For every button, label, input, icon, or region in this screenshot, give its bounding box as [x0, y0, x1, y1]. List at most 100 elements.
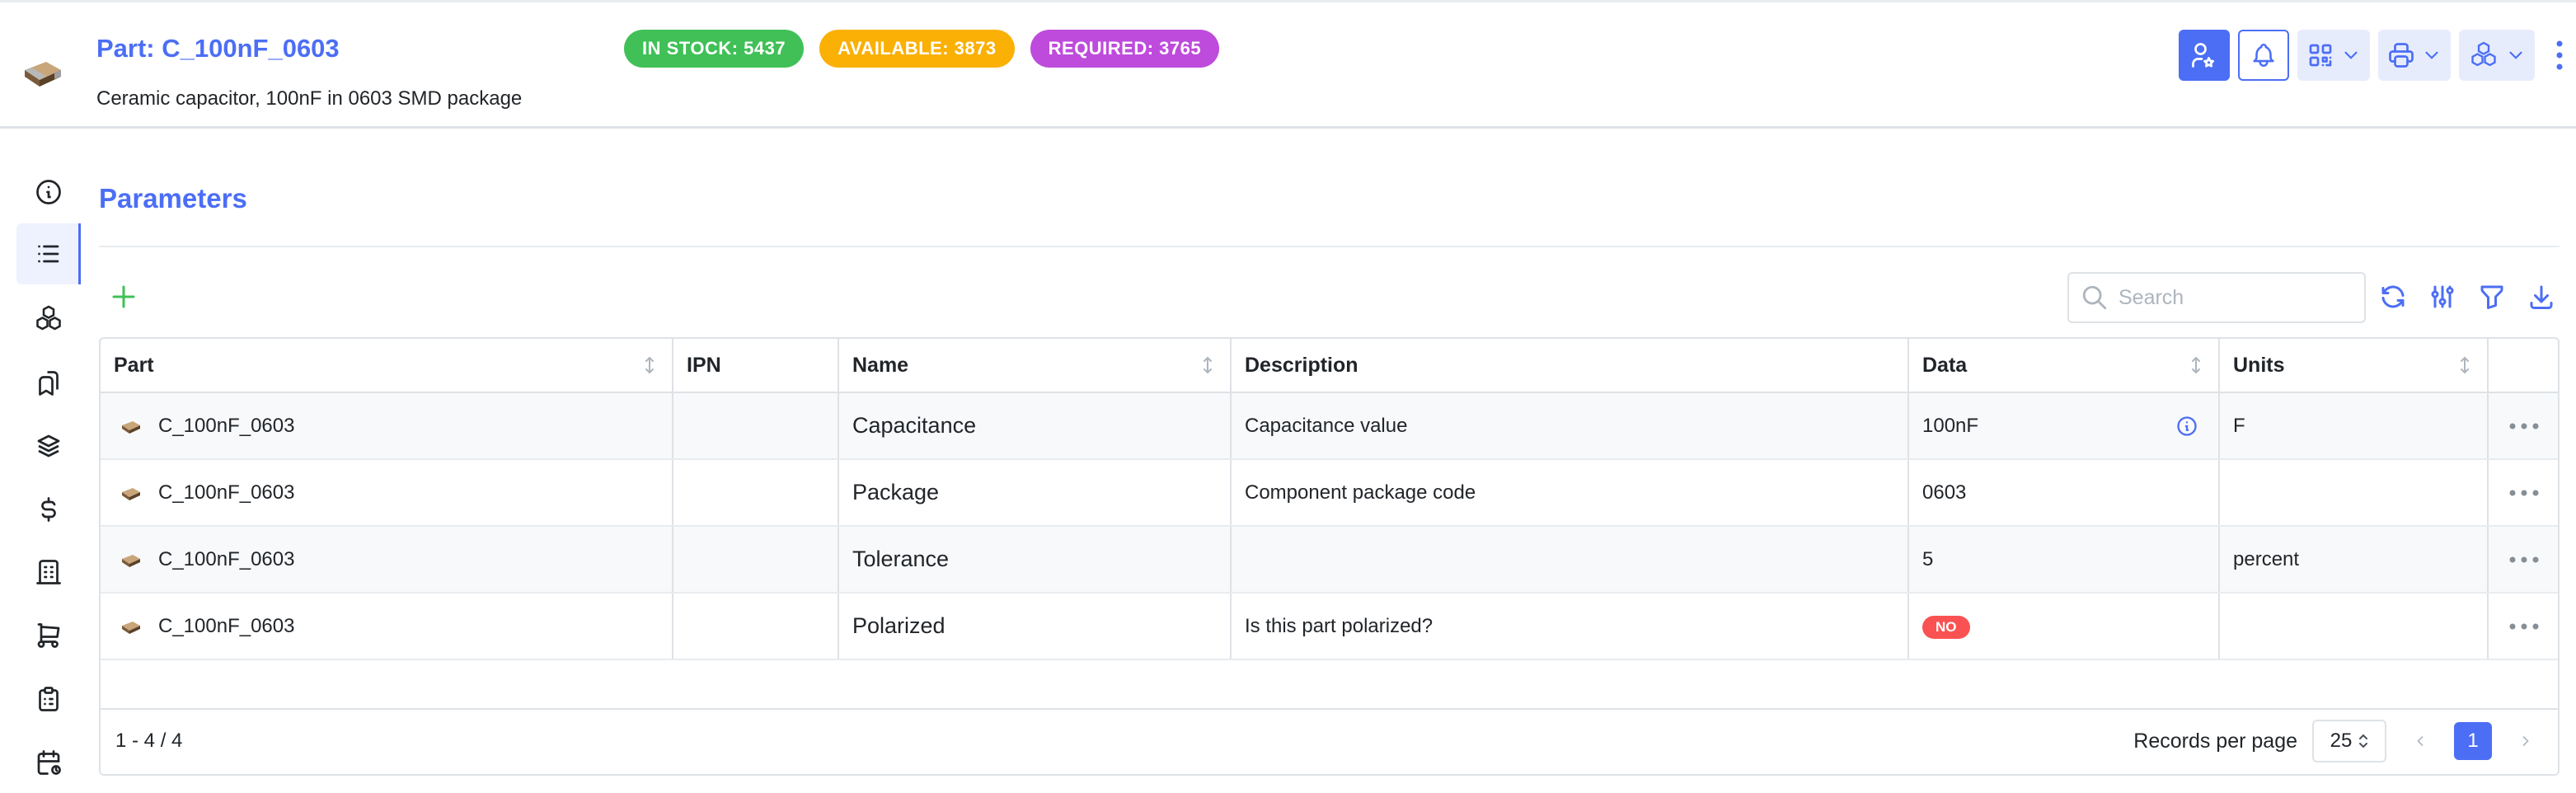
- part-thumbnail-icon: [122, 420, 140, 434]
- page-button-current[interactable]: 1: [2454, 722, 2492, 760]
- data-value: 100nF: [1922, 414, 1979, 437]
- sort-icon: [1204, 356, 1212, 374]
- records-per-page-label: Records per page: [2133, 729, 2297, 753]
- printer-icon: [2389, 43, 2414, 68]
- refresh-button[interactable]: [2376, 277, 2410, 317]
- column-header-part[interactable]: Part: [101, 339, 673, 393]
- sidebar-item-bom[interactable]: [16, 415, 81, 476]
- cell-row-actions[interactable]: [2488, 526, 2558, 594]
- part-thumbnail-icon: [122, 621, 140, 634]
- barcode-menu-button[interactable]: [2297, 30, 2370, 81]
- info-icon: [36, 180, 61, 204]
- table-header-row: Part IPN Name Description Data Units: [101, 339, 2558, 393]
- dots-vertical-icon: [2556, 40, 2563, 70]
- sort-icon: [645, 356, 654, 374]
- add-parameter-button[interactable]: [107, 280, 140, 313]
- cell-part[interactable]: C_100nF_0603: [101, 459, 673, 527]
- filter-icon: [2480, 285, 2503, 309]
- part-sidebar-nav: [0, 162, 82, 780]
- sidebar-item-stock[interactable]: [16, 289, 81, 350]
- sidebar-item-suppliers[interactable]: [16, 542, 81, 603]
- info-icon[interactable]: [2175, 415, 2198, 438]
- bookmarks-icon: [39, 371, 59, 396]
- table-row[interactable]: C_100nF_0603 Polarized Is this part pola…: [101, 593, 2558, 660]
- cell-part[interactable]: C_100nF_0603: [101, 526, 673, 594]
- pagination-controls: Records per page 25 1: [2133, 718, 2545, 764]
- selector-icon: [2359, 734, 2368, 748]
- cell-part[interactable]: C_100nF_0603: [101, 593, 673, 660]
- qrcode-icon: [2309, 44, 2332, 67]
- sidebar-item-allocations[interactable]: [16, 353, 81, 414]
- boxes-icon: [2471, 41, 2496, 67]
- next-page-button[interactable]: [2507, 722, 2545, 760]
- search-input[interactable]: [2119, 285, 2358, 310]
- part-thumbnail-icon: [122, 487, 140, 500]
- table-row[interactable]: C_100nF_0603 Capacitance Capacitance val…: [101, 392, 2558, 460]
- section-title: Parameters: [99, 183, 247, 214]
- search-box[interactable]: [2067, 272, 2366, 323]
- layers-icon: [37, 434, 60, 458]
- sidebar-item-details[interactable]: [16, 162, 81, 223]
- refresh-icon: [2381, 285, 2405, 308]
- previous-page-button[interactable]: [2401, 722, 2439, 760]
- section-divider: [99, 246, 2560, 247]
- table-toolbar: [2376, 277, 2559, 317]
- cell-row-actions[interactable]: [2488, 459, 2558, 527]
- boxes-icon: [36, 305, 61, 331]
- part-thumbnail-icon: [25, 62, 61, 87]
- plus-icon: [112, 285, 135, 308]
- calendar-icon: [37, 750, 61, 775]
- cell-description: Component package code: [1231, 459, 1909, 527]
- column-header-name[interactable]: Name: [838, 339, 1232, 393]
- list-icon: [37, 245, 59, 263]
- header-actions: [2179, 30, 2576, 81]
- filter-button[interactable]: [2475, 277, 2509, 317]
- column-header-units[interactable]: Units: [2219, 339, 2489, 393]
- chevron-down-icon: [2425, 51, 2438, 59]
- part-header: Part: C_100nF_0603 Ceramic capacitor, 10…: [0, 0, 2576, 129]
- sidebar-item-scheduling[interactable]: [16, 732, 81, 793]
- sidebar-item-parameters[interactable]: [16, 223, 81, 284]
- table-row[interactable]: C_100nF_0603 Package Component package c…: [101, 459, 2558, 527]
- pagination-range: 1 - 4 / 4: [115, 730, 183, 752]
- cell-row-actions[interactable]: [2488, 593, 2558, 660]
- available-badge: AVAILABLE: 3873: [819, 30, 1015, 68]
- boolean-no-badge: NO: [1922, 615, 1970, 639]
- column-header-ipn[interactable]: IPN: [673, 339, 839, 393]
- subscribe-button[interactable]: [2179, 30, 2230, 81]
- cell-units: percent: [2219, 526, 2489, 594]
- sidebar-item-pricing[interactable]: [16, 479, 81, 540]
- cell-name: Package: [838, 459, 1232, 527]
- dots-horizontal-icon[interactable]: [2508, 622, 2541, 631]
- dots-horizontal-icon[interactable]: [2508, 489, 2541, 497]
- cell-ipn: [673, 392, 839, 460]
- dollar-icon: [41, 497, 56, 522]
- cell-description: Is this part polarized?: [1231, 593, 1909, 660]
- cell-part[interactable]: C_100nF_0603: [101, 392, 673, 460]
- column-header-actions: [2488, 339, 2558, 393]
- sidebar-item-test-templates[interactable]: [16, 669, 81, 730]
- building-icon: [36, 560, 61, 584]
- notifications-button[interactable]: [2238, 30, 2289, 81]
- column-header-description[interactable]: Description: [1231, 339, 1909, 393]
- print-menu-button[interactable]: [2378, 30, 2451, 81]
- cell-name: Tolerance: [838, 526, 1232, 594]
- cell-units: F: [2219, 392, 2489, 460]
- download-button[interactable]: [2524, 277, 2559, 317]
- cell-row-actions[interactable]: [2488, 392, 2558, 460]
- more-actions-button[interactable]: [2543, 30, 2576, 81]
- clipboard-icon: [39, 687, 59, 711]
- records-per-page-select[interactable]: 25: [2312, 720, 2386, 762]
- chevron-down-icon: [2509, 51, 2522, 59]
- user-star-icon: [2192, 43, 2214, 68]
- column-header-data[interactable]: Data: [1908, 339, 2220, 393]
- dots-horizontal-icon[interactable]: [2508, 422, 2541, 430]
- part-description: Ceramic capacitor, 100nF in 0603 SMD pac…: [96, 87, 523, 110]
- part-name: C_100nF_0603: [158, 614, 295, 637]
- dots-horizontal-icon[interactable]: [2508, 556, 2541, 564]
- download-icon: [2530, 285, 2553, 309]
- table-row[interactable]: C_100nF_0603 Tolerance 5 percent: [101, 526, 2558, 594]
- stock-actions-menu-button[interactable]: [2459, 30, 2535, 81]
- sidebar-item-purchase-orders[interactable]: [16, 605, 81, 666]
- table-settings-button[interactable]: [2425, 277, 2460, 317]
